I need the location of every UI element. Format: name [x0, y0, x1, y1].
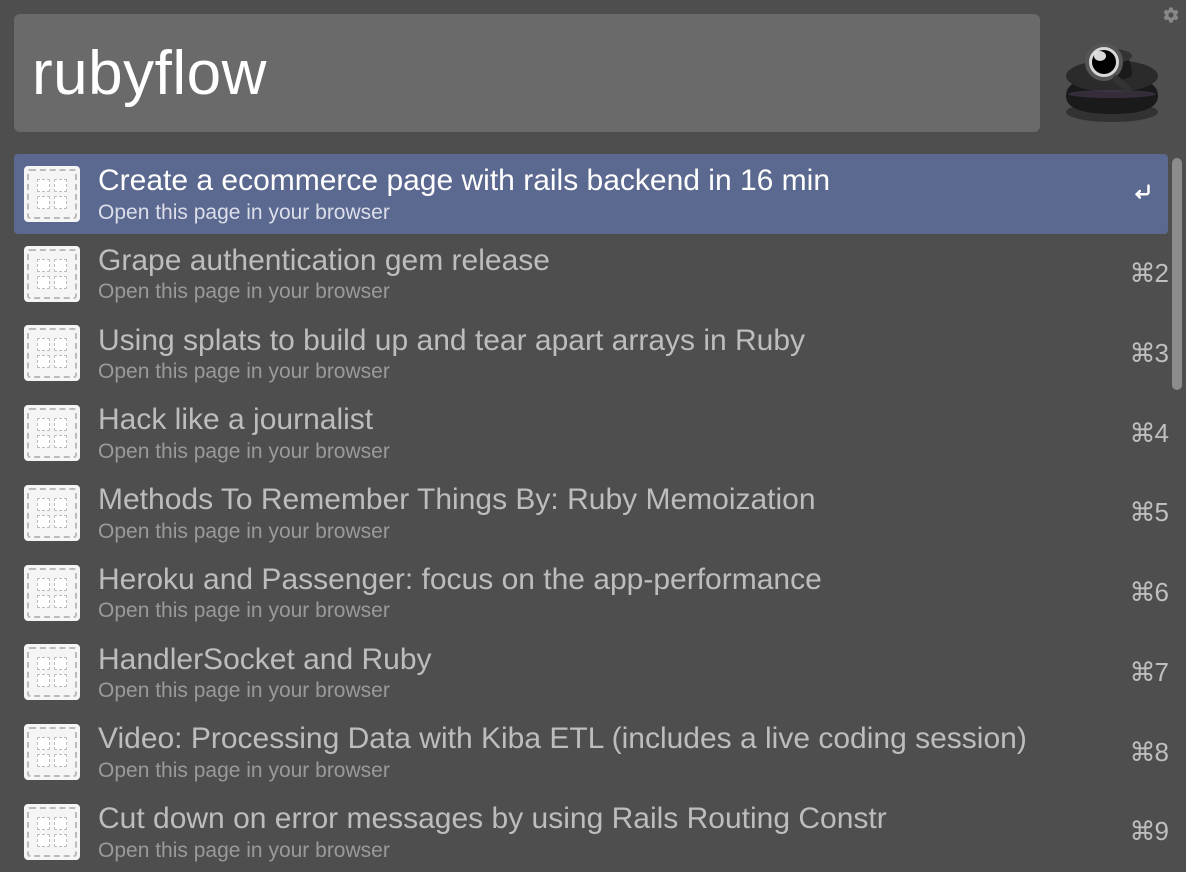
result-title: Video: Processing Data with Kiba ETL (in…	[98, 720, 1100, 758]
result-text: Video: Processing Data with Kiba ETL (in…	[98, 720, 1100, 784]
result-subtitle: Open this page in your browser	[98, 598, 1100, 624]
result-title: Create a ecommerce page with rails backe…	[98, 162, 1088, 200]
result-shortcut: ⌘8	[1118, 737, 1168, 768]
result-item[interactable]: Methods To Remember Things By: Ruby Memo…	[0, 473, 1186, 553]
result-subtitle: Open this page in your browser	[98, 758, 1100, 784]
result-page-icon	[24, 644, 80, 700]
result-text: Methods To Remember Things By: Ruby Memo…	[98, 481, 1100, 545]
result-item[interactable]: Grape authentication gem release Open th…	[0, 234, 1186, 314]
result-title: Cut down on error messages by using Rail…	[98, 800, 1100, 838]
search-row	[0, 0, 1186, 134]
result-subtitle: Open this page in your browser	[98, 279, 1100, 305]
result-subtitle: Open this page in your browser	[98, 200, 1088, 226]
result-subtitle: Open this page in your browser	[98, 359, 1100, 385]
result-item[interactable]: Video: Processing Data with Kiba ETL (in…	[0, 712, 1186, 792]
result-shortcut: ⌘2	[1118, 258, 1168, 289]
result-item[interactable]: HandlerSocket and Ruby Open this page in…	[0, 633, 1186, 713]
result-page-icon	[24, 804, 80, 860]
result-page-icon	[24, 246, 80, 302]
result-title: Hack like a journalist	[98, 401, 1100, 439]
result-text: Heroku and Passenger: focus on the app-p…	[98, 561, 1100, 625]
return-icon	[1128, 177, 1156, 205]
result-subtitle: Open this page in your browser	[98, 519, 1100, 545]
result-page-icon	[24, 325, 80, 381]
result-title: Using splats to build up and tear apart …	[98, 322, 1100, 360]
result-text: Using splats to build up and tear apart …	[98, 322, 1100, 386]
result-shortcut: ⌘6	[1118, 577, 1168, 608]
result-page-icon	[24, 485, 80, 541]
result-page-icon	[24, 565, 80, 621]
result-shortcut: ⌘7	[1118, 657, 1168, 688]
result-subtitle: Open this page in your browser	[98, 439, 1100, 465]
search-input[interactable]	[14, 14, 1040, 132]
result-title: HandlerSocket and Ruby	[98, 641, 1100, 679]
result-shortcut	[1106, 177, 1156, 211]
result-text: Create a ecommerce page with rails backe…	[98, 162, 1088, 226]
result-text: Hack like a journalist Open this page in…	[98, 401, 1100, 465]
result-item[interactable]: Hack like a journalist Open this page in…	[0, 393, 1186, 473]
result-shortcut: ⌘4	[1118, 418, 1168, 449]
result-page-icon	[24, 405, 80, 461]
result-shortcut: ⌘9	[1118, 816, 1168, 847]
result-text: HandlerSocket and Ruby Open this page in…	[98, 641, 1100, 705]
scrollbar[interactable]	[1172, 158, 1182, 390]
result-item[interactable]: Create a ecommerce page with rails backe…	[14, 154, 1168, 234]
result-page-icon	[24, 166, 80, 222]
result-item[interactable]: Using splats to build up and tear apart …	[0, 314, 1186, 394]
result-text: Cut down on error messages by using Rail…	[98, 800, 1100, 864]
result-shortcut: ⌘3	[1118, 338, 1168, 369]
result-shortcut: ⌘5	[1118, 497, 1168, 528]
result-item[interactable]: Heroku and Passenger: focus on the app-p…	[0, 553, 1186, 633]
result-subtitle: Open this page in your browser	[98, 678, 1100, 704]
result-title: Heroku and Passenger: focus on the app-p…	[98, 561, 1100, 599]
result-text: Grape authentication gem release Open th…	[98, 242, 1100, 306]
result-title: Methods To Remember Things By: Ruby Memo…	[98, 481, 1100, 519]
alfred-app-icon	[1052, 14, 1172, 134]
result-title: Grape authentication gem release	[98, 242, 1100, 280]
scrollbar-thumb[interactable]	[1172, 158, 1182, 390]
results-list: Create a ecommerce page with rails backe…	[0, 154, 1186, 872]
result-page-icon	[24, 724, 80, 780]
